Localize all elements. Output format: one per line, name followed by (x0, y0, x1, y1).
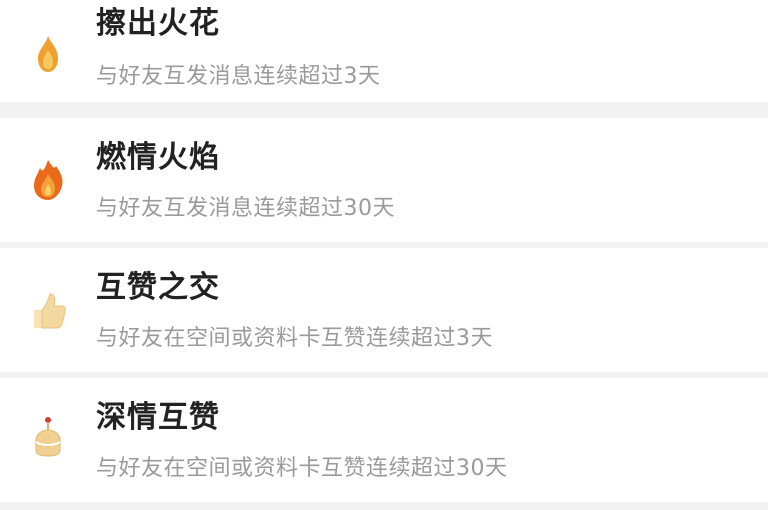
cake-like-icon (35, 417, 61, 457)
achievement-title: 燃情火焰 (96, 140, 220, 175)
list-item[interactable]: 燃情火焰 与好友互发消息连续超过30天 (0, 118, 768, 242)
small-flame-icon (38, 36, 58, 72)
achievement-desc: 与好友在空间或资料卡互赞连续超过3天 (96, 326, 493, 351)
achievement-title: 互赞之交 (96, 270, 220, 305)
list-item[interactable]: 互赞之交 与好友在空间或资料卡互赞连续超过3天 (0, 248, 768, 372)
achievement-list: 擦出火花 与好友互发消息连续超过3天 燃情火焰 与好友互发消息连续超过30天 互… (0, 0, 768, 510)
achievement-desc: 与好友互发消息连续超过3天 (96, 64, 381, 89)
achievement-title: 深情互赞 (96, 400, 220, 435)
small-like-icon (34, 293, 66, 329)
list-item[interactable]: 深情互赞 与好友在空间或资料卡互赞连续超过30天 (0, 378, 768, 502)
list-item[interactable]: 擦出火花 与好友互发消息连续超过3天 (0, 0, 768, 102)
achievement-title: 擦出火花 (96, 6, 220, 41)
achievement-desc: 与好友互发消息连续超过30天 (96, 196, 395, 221)
big-flame-icon (34, 160, 63, 200)
achievement-desc: 与好友在空间或资料卡互赞连续超过30天 (96, 456, 508, 481)
